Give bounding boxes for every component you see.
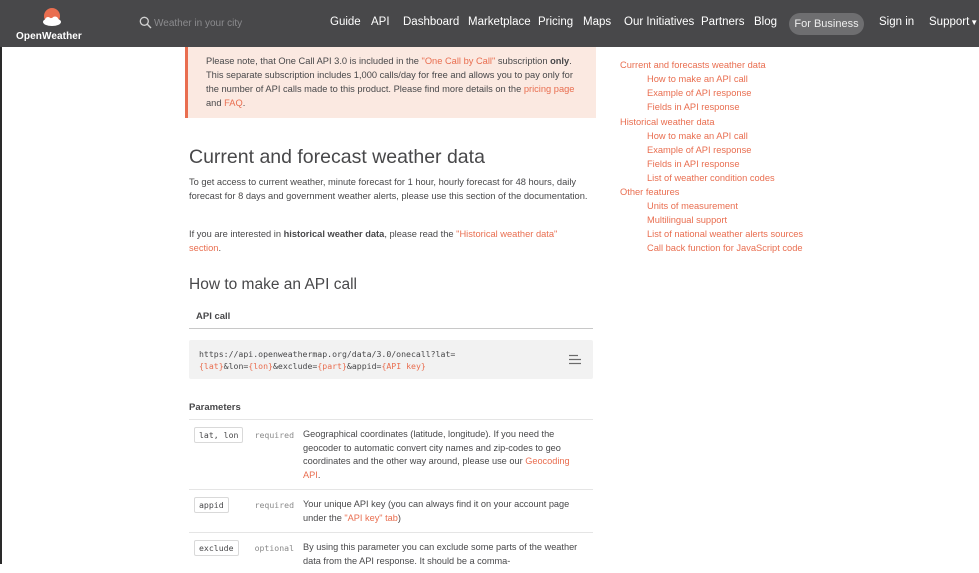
param-desc-text: Geographical coordinates (latitude, long…: [303, 429, 561, 466]
page-title: Current and forecast weather data: [189, 146, 485, 168]
param-desc-end: ): [397, 512, 401, 523]
code-param-lon: {lon}: [248, 361, 273, 371]
notice-text-2: subscription: [495, 56, 551, 66]
intro-paragraph: To get access to current weather, minute…: [189, 177, 588, 201]
search-icon[interactable]: [139, 16, 152, 29]
param-name: appid: [194, 497, 229, 513]
toc-item[interactable]: Fields in API response: [647, 159, 740, 169]
code-exclude-key: &exclude=: [272, 361, 318, 371]
param-required: required: [254, 500, 294, 510]
howto-heading: How to make an API call: [189, 276, 357, 293]
toc-item[interactable]: Call back function for JavaScript code: [647, 243, 803, 253]
notice-text-1: Please note, that One Call API 3.0 is in…: [206, 56, 422, 66]
historical-text-1: If you are interested in: [189, 229, 284, 239]
notice-text: Please note, that One Call API 3.0 is in…: [206, 54, 586, 110]
sign-in-link[interactable]: Sign in: [879, 16, 914, 28]
code-lon-key: &lon=: [223, 361, 249, 371]
toc-item[interactable]: Fields in API response: [647, 102, 740, 112]
nav-blog[interactable]: Blog: [754, 16, 777, 28]
param-description: Your unique API key (you can always find…: [303, 498, 589, 525]
support-menu[interactable]: Support▼: [929, 16, 978, 28]
search-input[interactable]: [154, 14, 294, 32]
api-call-code-block[interactable]: https://api.openweathermap.org/data/3.0/…: [189, 340, 593, 379]
api-call-code[interactable]: https://api.openweathermap.org/data/3.0/…: [199, 348, 529, 372]
param-row: exclude optional By using this parameter…: [189, 532, 593, 573]
copy-icon[interactable]: [569, 354, 581, 365]
support-label: Support: [929, 16, 970, 28]
toc-historical[interactable]: Historical weather data: [620, 117, 715, 127]
nav-maps[interactable]: Maps: [583, 16, 611, 28]
nav-pricing[interactable]: Pricing: [538, 16, 573, 28]
toc-item[interactable]: Example of API response: [647, 88, 751, 98]
one-call-by-call-link[interactable]: "One Call by Call": [422, 56, 496, 66]
nav-dashboard[interactable]: Dashboard: [403, 16, 459, 28]
toc-other-features[interactable]: Other features: [620, 187, 679, 197]
parameters-label: Parameters: [189, 402, 241, 413]
sun-cloud-logo-icon: [43, 8, 61, 26]
param-row: lat, lon required Geographical coordinat…: [189, 419, 593, 490]
toc-item[interactable]: List of national weather alerts sources: [647, 229, 803, 239]
nav-api[interactable]: API: [371, 16, 390, 28]
code-param-part: {part}: [317, 361, 347, 371]
historical-text-3: .: [218, 243, 222, 253]
toc-item[interactable]: How to make an API call: [647, 131, 748, 141]
param-name: lat, lon: [194, 427, 244, 443]
openweather-logo[interactable]: OpenWeather: [16, 6, 90, 44]
historical-paragraph: If you are interested in historical weat…: [189, 227, 589, 255]
nav-marketplace[interactable]: Marketplace: [468, 16, 531, 28]
api-call-label: API call: [196, 311, 231, 322]
param-desc-end: .: [317, 469, 321, 480]
param-desc-text: Your unique API key (you can always find…: [303, 499, 570, 523]
for-business-button[interactable]: For Business: [789, 13, 864, 35]
param-required: required: [254, 430, 294, 440]
search-box: [139, 14, 299, 32]
code-url: https://api.openweathermap.org/data/3.0/…: [199, 349, 456, 359]
logo-text: OpenWeather: [16, 31, 82, 42]
nav-partners[interactable]: Partners: [701, 16, 744, 28]
toc-item[interactable]: Example of API response: [647, 145, 751, 155]
code-appid-key: &appid=: [346, 361, 382, 371]
param-row: appid required Your unique API key (you …: [189, 489, 593, 533]
param-optional: optional: [254, 543, 294, 553]
historical-bold: historical weather data: [283, 229, 385, 239]
left-frame-border: [0, 47, 2, 564]
toc-item[interactable]: List of weather condition codes: [647, 173, 775, 183]
toc-item[interactable]: Units of measurement: [647, 201, 738, 211]
historical-text-2: , please read the: [384, 229, 457, 239]
divider: [189, 328, 593, 329]
notice-text-5: .: [242, 98, 246, 108]
param-description: Geographical coordinates (latitude, long…: [303, 428, 589, 482]
chevron-down-icon: ▼: [970, 18, 979, 27]
toc-item[interactable]: Multilingual support: [647, 215, 727, 225]
notice-text-4: and: [206, 98, 225, 108]
code-param-key: {API key}: [381, 361, 426, 371]
code-param-lat: {lat}: [199, 361, 224, 371]
notice-bold-only: only: [550, 56, 570, 66]
toc-current-forecasts[interactable]: Current and forecasts weather data: [620, 60, 766, 70]
pricing-page-link[interactable]: pricing page: [524, 84, 575, 94]
nav-our-initiatives[interactable]: Our Initiatives: [624, 16, 694, 28]
api-key-tab-link[interactable]: "API key" tab: [344, 513, 398, 523]
param-name: exclude: [194, 540, 239, 556]
notice-box: Please note, that One Call API 3.0 is in…: [185, 47, 596, 118]
toc-item[interactable]: How to make an API call: [647, 74, 748, 84]
nav-guide[interactable]: Guide: [330, 16, 361, 28]
top-navigation-bar: OpenWeather Guide API Dashboard Marketpl…: [0, 0, 979, 47]
faq-link[interactable]: FAQ: [224, 98, 243, 108]
